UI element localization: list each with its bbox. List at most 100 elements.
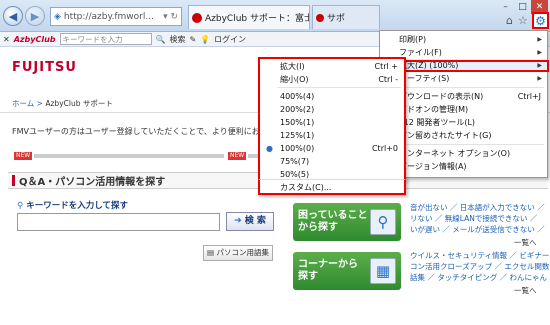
zoom-custom-area: カスタム(C)... [258, 179, 406, 195]
zoom-submenu: 拡大(I) Ctrl + 縮小(O) Ctrl - 400%(4) 200%(2) … [258, 57, 406, 181]
menu-label: セーフティ(S) [399, 74, 450, 83]
command-icons: ⌂ ☆ [506, 14, 528, 27]
menu-separator [277, 87, 401, 88]
menu-label: 125%(1) [280, 131, 315, 140]
corner-search-button[interactable]: コーナーから 探す ▦ [293, 252, 401, 290]
menu-shortcut: Ctrl+J [517, 92, 541, 101]
menu-item-print[interactable]: 印刷(P) ▶ [380, 33, 547, 46]
tab-title: AzbyClub サポート：富士通 [205, 14, 309, 24]
tab-secondary[interactable]: サポ [312, 5, 380, 29]
menu-label: ピン留めされたサイト(G) [399, 131, 492, 140]
trouble-link[interactable]: リない ／ 無線LANで接続できない ／ [410, 213, 545, 224]
minimize-button[interactable]: – [497, 0, 514, 14]
toolbar-search-input[interactable]: キーワードを入力 [59, 33, 152, 45]
corner-link[interactable]: 話集 ／ タッチタイピング ／ わんにゃん [410, 272, 550, 283]
menu-label: ダウンロードの表示(N) [399, 92, 484, 101]
submenu-arrow-icon: ▶ [537, 75, 542, 82]
breadcrumb-home[interactable]: ホーム [12, 99, 34, 108]
lightbulb-icon[interactable]: 💡 [200, 35, 210, 44]
menu-label: バージョン情報(A) [399, 162, 467, 171]
trouble-search-button[interactable]: 困っていること から探す ⚲ [293, 203, 401, 241]
toolbar-close-icon[interactable]: ✕ [3, 35, 10, 44]
breadcrumb: ホーム > AzbyClub サポート [12, 98, 113, 109]
search-icon[interactable]: 🔍 [156, 35, 166, 44]
zoom-item-out[interactable]: 縮小(O) Ctrl - [260, 73, 404, 86]
menu-label: 75%(7) [280, 157, 310, 166]
menu-label: 縮小(O) [280, 75, 309, 84]
tab-title: サポ [327, 14, 346, 24]
breadcrumb-separator: > [36, 99, 43, 108]
search-icon: ⚲ [17, 201, 24, 211]
keyword-input[interactable] [17, 213, 220, 231]
menu-label: 400%(4) [280, 92, 315, 101]
zoom-item-custom[interactable]: カスタム(C)... [260, 181, 404, 194]
keyword-label: ⚲ キーワードを入力して探す [17, 199, 128, 211]
search-arrow-icon: ➔ [234, 216, 242, 226]
news-item[interactable] [34, 154, 224, 158]
address-bar[interactable]: ◈ http://azby.fmworl... ▾ ↻ [50, 7, 182, 26]
menu-shortcut: Ctrl + [374, 62, 398, 71]
menu-label: カスタム(C)... [280, 183, 332, 192]
menu-separator [397, 87, 544, 88]
zoom-item-400[interactable]: 400%(4) [260, 90, 404, 103]
more-link[interactable]: 一覧へ [514, 285, 537, 296]
menu-label: ファイル(F) [399, 48, 442, 57]
menu-label: インターネット オプション(O) [399, 149, 511, 158]
trouble-link[interactable]: 音が出ない ／ 日本語が入力できない ／ [410, 202, 545, 213]
new-badge: NEW [14, 152, 33, 160]
menu-label: 50%(5) [280, 170, 310, 179]
breadcrumb-current: AzbyClub サポート [45, 99, 113, 108]
submenu-arrow-icon: ▶ [537, 49, 542, 56]
heading-bar [12, 175, 15, 186]
maximize-button[interactable]: □ [514, 0, 531, 14]
search-dropdown-icon[interactable]: ▾ ↻ [163, 12, 181, 22]
submenu-arrow-icon: ▶ [537, 36, 542, 43]
corner-search-label: コーナーから 探す [298, 259, 358, 282]
tab-azbyclub[interactable]: AzbyClub サポート：富士通 ✕ [188, 5, 310, 29]
corner-links: ウイルス・セキュリティ情報 ／ ビギナーガ コン活用クローズアップ ／ エクセル… [410, 250, 550, 283]
new-badge: NEW [228, 152, 247, 160]
trouble-search-label: 困っていること から探す [298, 210, 368, 233]
qa-heading: Q＆A・パソコン活用情報を探す [19, 177, 166, 188]
trouble-links: 音が出ない ／ 日本語が入力できない ／ リない ／ 無線LANで接続できない … [410, 202, 545, 235]
zoom-item-in[interactable]: 拡大(I) Ctrl + [260, 60, 404, 73]
page-icon: ◈ [54, 11, 61, 22]
corner-link[interactable]: ウイルス・セキュリティ情報 ／ ビギナーガ [410, 250, 550, 261]
menu-grid-icon: ▦ [370, 258, 396, 284]
trouble-link[interactable]: いが遅い ／ メールが送受信できない ／ [410, 224, 545, 235]
magnifier-pc-icon: ⚲ [370, 209, 396, 235]
tools-gear-icon[interactable]: ⚙ [532, 12, 549, 29]
fujitsu-logo[interactable]: FUJITSU [12, 60, 77, 75]
favorites-star-icon[interactable]: ☆ [518, 14, 528, 27]
search-button-label: 検 索 [244, 216, 266, 226]
glossary-button[interactable]: ▤ パソコン用語集 [203, 245, 273, 261]
keyword-label-text: キーワードを入力して探す [26, 201, 128, 211]
menu-label: 200%(2) [280, 105, 315, 114]
menu-shortcut: Ctrl+0 [371, 144, 398, 153]
news-item[interactable] [248, 154, 258, 158]
checked-dot-icon: ● [266, 144, 273, 153]
zoom-item-200[interactable]: 200%(2) [260, 103, 404, 116]
forward-button[interactable]: ▶ [25, 6, 45, 26]
menu-label: 拡大(I) [280, 62, 305, 71]
more-link[interactable]: 一覧へ [514, 237, 537, 248]
toolbar-login-button[interactable]: ログイン [214, 34, 246, 45]
back-button[interactable]: ◀ [3, 6, 23, 26]
menu-label: 100%(0) [280, 144, 315, 153]
search-button[interactable]: ➔ 検 索 [226, 212, 274, 231]
zoom-item-125[interactable]: 125%(1) [260, 129, 404, 142]
home-icon[interactable]: ⌂ [506, 14, 513, 27]
zoom-item-100[interactable]: ● 100%(0) Ctrl+0 [260, 142, 404, 155]
menu-separator [397, 144, 544, 145]
zoom-item-75[interactable]: 75%(7) [260, 155, 404, 168]
corner-link[interactable]: コン活用クローズアップ ／ エクセル関数 [410, 261, 550, 272]
toolbar-brand: AzbyClub [13, 34, 56, 44]
favicon-icon [316, 13, 324, 22]
menu-label: アドオンの管理(M) [399, 105, 469, 114]
menu-label: F12 開発者ツール(L) [399, 118, 476, 127]
zoom-item-150[interactable]: 150%(1) [260, 116, 404, 129]
favicon-icon [192, 12, 202, 23]
address-url: http://azby.fmworl... [63, 11, 154, 22]
toolbar-search-button[interactable]: 検索 [170, 34, 186, 45]
pencil-icon[interactable]: ✎ [190, 35, 197, 44]
